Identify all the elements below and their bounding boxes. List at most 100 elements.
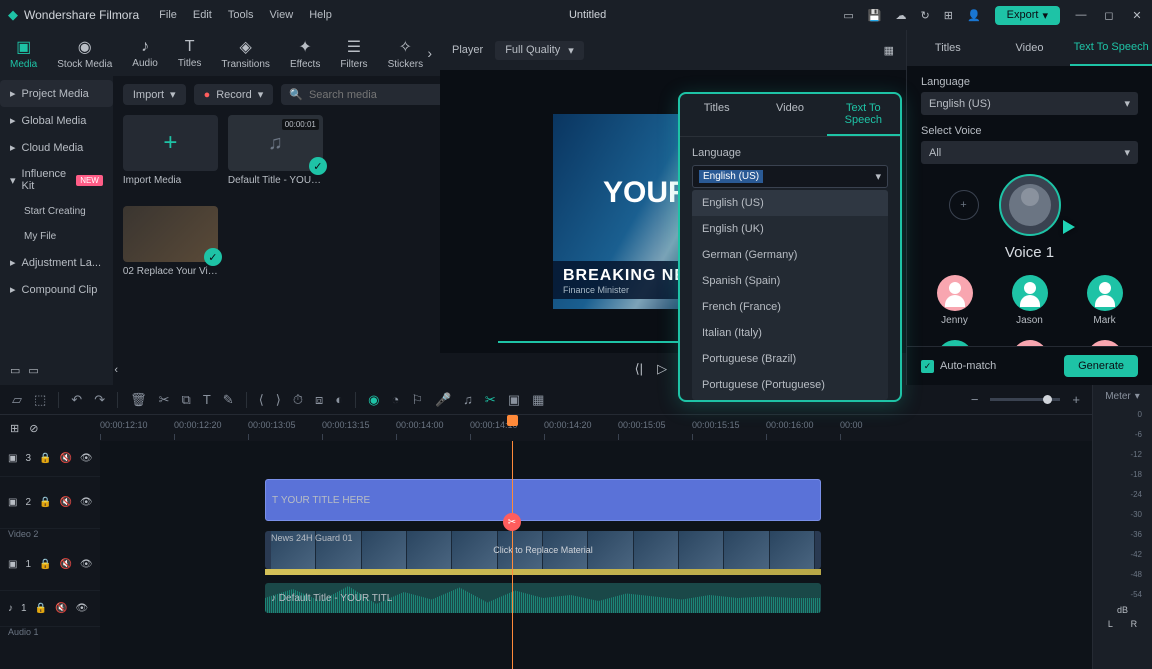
track-add-icon[interactable]: ⊞ <box>10 422 19 435</box>
zoom-slider[interactable] <box>990 398 1060 401</box>
edit-icon[interactable]: ✎ <box>223 392 234 408</box>
ai-cut-icon[interactable]: ✂ <box>485 392 496 408</box>
tab-effects[interactable]: ✦Effects <box>290 37 320 70</box>
redo-icon[interactable]: ↷ <box>94 392 105 408</box>
generate-button[interactable]: Generate <box>1064 355 1138 377</box>
undo-icon[interactable]: ↶ <box>71 392 82 408</box>
snapshot-icon[interactable]: ▦ <box>884 44 894 57</box>
clip-title[interactable]: T YOUR TITLE HERE <box>265 479 821 521</box>
thumb-default-title[interactable]: 00:00:01♫✓ Default Title - YOUR TI... <box>228 115 323 186</box>
zoom-in-icon[interactable]: + <box>1072 392 1080 407</box>
color-icon[interactable]: ◐ <box>335 392 343 407</box>
voice-main-avatar[interactable] <box>999 174 1061 236</box>
apps-icon[interactable]: ⊞ <box>944 9 953 22</box>
zoom-out-icon[interactable]: − <box>971 392 979 407</box>
bin-icon[interactable]: ▭ <box>28 364 38 377</box>
popover-language-select[interactable]: English (US) ▾ <box>692 165 888 188</box>
minimize-button[interactable]: — <box>1074 8 1088 22</box>
prev-frame-button[interactable]: ⟨| <box>635 361 643 377</box>
menu-edit[interactable]: Edit <box>193 9 212 21</box>
import-button[interactable]: Import▾ <box>123 84 186 105</box>
eye-icon[interactable]: 👁 <box>80 559 93 570</box>
thumb-replace-video[interactable]: ✓ 02 Replace Your Video <box>123 206 218 277</box>
mute-icon[interactable]: 🔇 <box>55 603 67 614</box>
rp-language-select[interactable]: English (US)▾ <box>921 92 1138 115</box>
mute-icon[interactable]: 🔇 <box>59 559 71 570</box>
music-tool-icon[interactable]: ♫ <box>463 392 473 407</box>
delete-icon[interactable]: 🗑 <box>130 392 147 408</box>
cloud-icon[interactable]: ☁ <box>896 9 907 22</box>
lang-option[interactable]: Japanese (Japan) <box>692 398 888 400</box>
rp-tab-titles[interactable]: Titles <box>907 30 989 66</box>
save-icon[interactable]: 💾 <box>868 9 882 22</box>
scissors-icon[interactable]: ✂ <box>503 513 521 531</box>
marker-icon[interactable]: ◔ <box>391 392 399 407</box>
tab-transitions[interactable]: ◈Transitions <box>221 37 270 70</box>
flag-icon[interactable]: ⚐ <box>411 392 423 408</box>
lock-icon[interactable]: 🔒 <box>39 497 51 508</box>
menu-tools[interactable]: Tools <box>228 9 254 21</box>
track-head-2[interactable]: ▣2 🔒🔇👁 <box>0 477 100 529</box>
playhead[interactable]: ✂ <box>512 441 513 669</box>
tab-audio[interactable]: ♪Audio <box>132 38 158 69</box>
folder-icon[interactable]: ▭ <box>10 364 20 377</box>
play-button[interactable]: ▷ <box>657 361 667 377</box>
popover-tab-titles[interactable]: Titles <box>680 94 753 136</box>
mute-icon[interactable]: 🔇 <box>59 497 71 508</box>
lang-option[interactable]: Portuguese (Portuguese) <box>692 372 888 398</box>
add-voice-button[interactable]: + <box>949 190 979 220</box>
cut-icon[interactable]: ✂ <box>159 392 170 408</box>
quality-select[interactable]: Full Quality▾ <box>495 41 584 60</box>
track-link-icon[interactable]: ⊘ <box>29 422 38 435</box>
lang-option[interactable]: Portuguese (Brazil) <box>692 346 888 372</box>
maximize-button[interactable]: ◻ <box>1102 8 1116 22</box>
sidebar-project-media[interactable]: ▸Project Media <box>0 80 113 107</box>
track-head-3[interactable]: ▣3 🔒🔇👁 <box>0 441 100 477</box>
popover-tab-video[interactable]: Video <box>753 94 826 136</box>
thumb-import[interactable]: + Import Media <box>123 115 218 186</box>
eye-icon[interactable]: 👁 <box>75 603 88 614</box>
track-head-audio[interactable]: ♪1 🔒🔇👁 <box>0 591 100 627</box>
sidebar-cloud-media[interactable]: ▸Cloud Media <box>0 134 113 161</box>
crop-tool-icon[interactable]: ⧈ <box>315 392 323 408</box>
eye-icon[interactable]: 👁 <box>80 453 93 464</box>
tab-media[interactable]: ▣Media <box>10 37 37 70</box>
rp-tab-video[interactable]: Video <box>989 30 1071 66</box>
export-button[interactable]: Export▾ <box>995 6 1060 25</box>
popover-tab-tts[interactable]: Text To Speech <box>827 94 900 136</box>
pip-icon[interactable]: ▣ <box>508 392 520 408</box>
tab-filters[interactable]: ☰Filters <box>340 37 367 70</box>
mute-icon[interactable]: 🔇 <box>59 453 71 464</box>
sidebar-global-media[interactable]: ▸Global Media <box>0 107 113 134</box>
voice-option[interactable]: Jenny <box>921 275 988 326</box>
layout-icon[interactable]: ▭ <box>843 9 853 22</box>
lock-icon[interactable]: 🔒 <box>39 559 51 570</box>
menu-file[interactable]: File <box>159 9 177 21</box>
close-button[interactable]: ✕ <box>1130 8 1144 22</box>
tool-select-icon[interactable]: ▱ <box>12 392 22 408</box>
lang-option[interactable]: Spanish (Spain) <box>692 268 888 294</box>
mic-icon[interactable]: 🎤 <box>435 392 451 408</box>
sidebar-adjustment-layer[interactable]: ▸Adjustment La... <box>0 249 113 276</box>
tab-stock-media[interactable]: ◉Stock Media <box>57 37 112 70</box>
mark-in-icon[interactable]: ⟨ <box>259 392 264 408</box>
account-icon[interactable]: 👤 <box>967 9 981 22</box>
mark-out-icon[interactable]: ⟩ <box>276 392 281 408</box>
preview-progress[interactable] <box>498 341 686 343</box>
menu-view[interactable]: View <box>270 9 294 21</box>
sidebar-my-file[interactable]: My File <box>0 224 113 249</box>
clip-video[interactable]: News 24H Guard 01 Click to Replace Mater… <box>265 531 821 569</box>
auto-match-checkbox[interactable]: ✓Auto-match <box>921 360 996 373</box>
tool-pointer-icon[interactable]: ⬚ <box>34 392 46 408</box>
crop-icon[interactable]: ⧉ <box>182 392 191 408</box>
sidebar-influence-kit[interactable]: ▾Influence KitNEW <box>0 161 113 199</box>
tab-titles[interactable]: TTitles <box>178 38 202 69</box>
speed-icon[interactable]: ⏱ <box>293 392 303 408</box>
clip-audio-envelope[interactable] <box>265 569 821 575</box>
voice-option[interactable]: Jason <box>996 275 1063 326</box>
rp-voice-filter[interactable]: All▾ <box>921 141 1138 164</box>
lang-option[interactable]: Italian (Italy) <box>692 320 888 346</box>
track-head-1[interactable]: ▣1 🔒🔇👁 <box>0 539 100 591</box>
record-button[interactable]: ●Record▾ <box>194 84 274 105</box>
rp-tab-tts[interactable]: Text To Speech <box>1070 30 1152 66</box>
